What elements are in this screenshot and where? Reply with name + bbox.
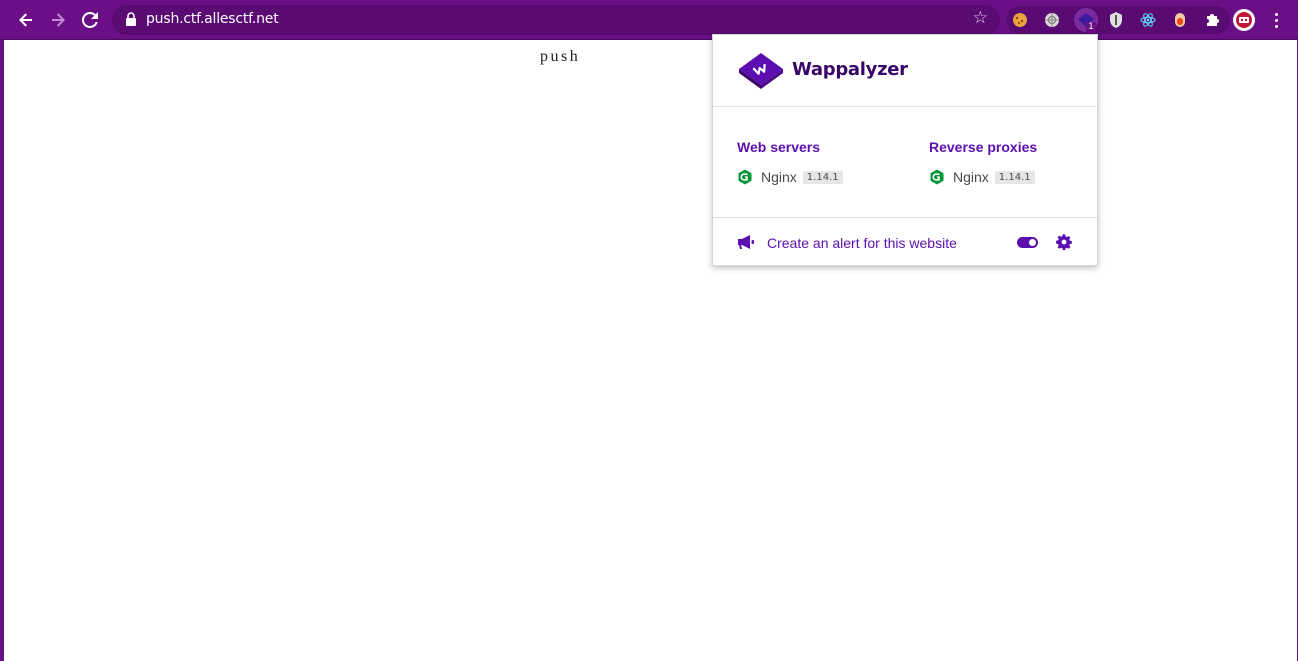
cookie-extension-icon[interactable]: [1010, 10, 1030, 30]
arrow-right-icon: [52, 13, 65, 27]
create-alert-link[interactable]: Create an alert for this website: [767, 235, 957, 251]
tracker-extension-icon[interactable]: [1042, 10, 1062, 30]
detection-toggle[interactable]: [1017, 237, 1038, 248]
address-bar[interactable]: push.ctf.allesctf.net ☆: [112, 5, 1000, 35]
puzzle-extensions-icon[interactable]: [1202, 10, 1222, 30]
privacy-badger-extension-icon[interactable]: [1106, 10, 1126, 30]
popup-header: Wappalyzer: [713, 35, 1097, 107]
page-body-text: push: [540, 48, 581, 65]
back-button[interactable]: [12, 6, 40, 34]
category-title[interactable]: Web servers: [737, 139, 820, 155]
category-web-servers: Web servers Nginx 1.14.1: [737, 139, 843, 185]
wappalyzer-popup: Wappalyzer Web servers Nginx 1.14.1 Reve…: [712, 34, 1098, 266]
forward-button[interactable]: [44, 6, 72, 34]
tech-version: 1.14.1: [994, 170, 1035, 184]
window-frame-left: [0, 40, 4, 661]
reload-icon: [82, 12, 98, 28]
nginx-icon: [738, 169, 752, 185]
extensions-bar: [1006, 6, 1230, 34]
reload-button[interactable]: [76, 6, 104, 34]
tech-version: 1.14.1: [802, 170, 843, 184]
edit-this-cookie-icon[interactable]: [1170, 10, 1190, 30]
tech-item-nginx[interactable]: Nginx 1.14.1: [737, 169, 843, 185]
extension-badge: 1: [1086, 22, 1096, 33]
gear-icon[interactable]: [1056, 234, 1072, 250]
megaphone-icon: [738, 235, 754, 249]
category-title[interactable]: Reverse proxies: [929, 139, 1037, 155]
arrow-left-icon: [19, 13, 32, 27]
tech-name: Nginx: [761, 169, 797, 185]
profile-avatar[interactable]: [1233, 9, 1255, 31]
wappalyzer-brand: Wappalyzer: [792, 59, 908, 80]
tech-name: Nginx: [953, 169, 989, 185]
lock-icon: [126, 12, 136, 26]
nginx-icon: [930, 169, 944, 185]
url-text[interactable]: push.ctf.allesctf.net: [146, 11, 279, 27]
popup-footer: Create an alert for this website: [713, 217, 1097, 265]
bookmark-star-icon[interactable]: ☆: [973, 8, 988, 28]
react-devtools-icon[interactable]: [1138, 10, 1158, 30]
tech-item-nginx[interactable]: Nginx 1.14.1: [929, 169, 1035, 185]
browser-toolbar: push.ctf.allesctf.net ☆ 1: [0, 0, 1298, 40]
browser-menu-button[interactable]: [1266, 9, 1286, 31]
wappalyzer-logo-icon: [739, 53, 783, 89]
category-reverse-proxies: Reverse proxies Nginx 1.14.1: [929, 139, 1037, 185]
